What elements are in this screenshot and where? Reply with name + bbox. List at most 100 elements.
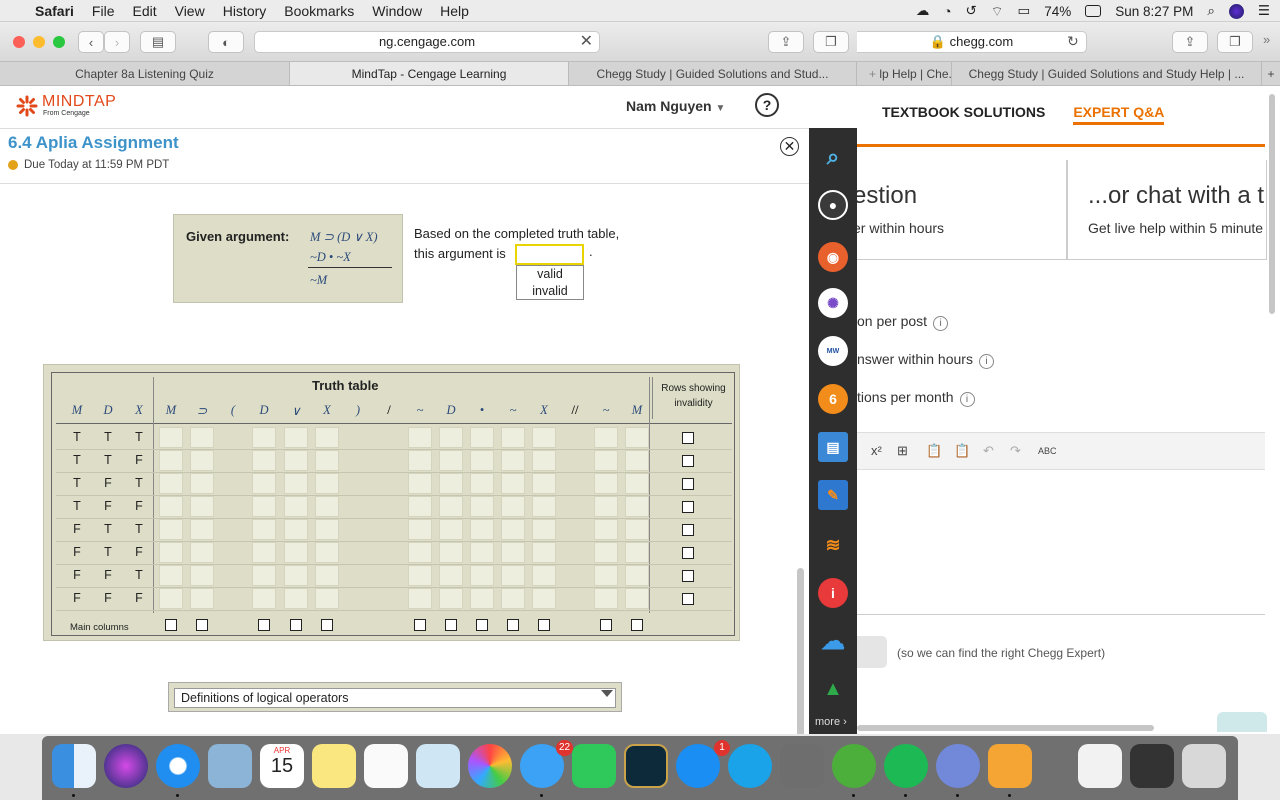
truth-entry-dropdown[interactable] bbox=[594, 450, 618, 471]
truth-entry-dropdown[interactable] bbox=[190, 496, 214, 517]
truth-entry-dropdown[interactable] bbox=[439, 450, 463, 471]
highlighter-icon[interactable]: ✎ bbox=[818, 480, 848, 510]
new-tab-icon[interactable]: + bbox=[869, 67, 879, 81]
truth-entry-dropdown[interactable] bbox=[408, 496, 432, 517]
search-icon[interactable]: ⌕ bbox=[818, 142, 848, 172]
truth-entry-dropdown[interactable] bbox=[252, 473, 276, 494]
main-column-checkbox[interactable] bbox=[476, 619, 488, 631]
option-invalid[interactable]: invalid bbox=[517, 283, 583, 300]
invalidity-row-checkbox[interactable] bbox=[682, 547, 694, 559]
main-column-checkbox[interactable] bbox=[196, 619, 208, 631]
truth-entry-dropdown[interactable] bbox=[284, 565, 308, 586]
truth-entry-dropdown[interactable] bbox=[532, 496, 556, 517]
more-apps-button[interactable]: more › bbox=[815, 716, 847, 728]
truth-entry-dropdown[interactable] bbox=[470, 450, 494, 471]
main-column-checkbox[interactable] bbox=[600, 619, 612, 631]
finder-icon[interactable] bbox=[52, 744, 96, 788]
merriam-webster-icon[interactable]: MW bbox=[818, 336, 848, 366]
address-bar[interactable]: ng.cengage.com ✕ bbox=[254, 31, 600, 53]
menu-bookmarks[interactable]: Bookmarks bbox=[275, 3, 363, 19]
colorwheel-app-icon[interactable]: ✺ bbox=[818, 288, 848, 318]
spellcheck-icon[interactable]: ABC bbox=[1038, 446, 1057, 456]
question-editor[interactable] bbox=[857, 470, 1265, 615]
creative-cloud-icon[interactable]: ☁ bbox=[916, 3, 930, 19]
system-preferences-icon[interactable] bbox=[780, 744, 824, 788]
truth-entry-dropdown[interactable] bbox=[470, 565, 494, 586]
menu-edit[interactable]: Edit bbox=[123, 3, 165, 19]
help-button[interactable]: ? bbox=[755, 93, 779, 117]
spotify-icon[interactable] bbox=[884, 744, 928, 788]
truth-entry-dropdown[interactable] bbox=[532, 427, 556, 448]
validity-dropdown[interactable] bbox=[515, 244, 584, 265]
facetime-icon[interactable] bbox=[572, 744, 616, 788]
superscript-icon[interactable]: x² bbox=[871, 443, 882, 458]
nav-textbook-solutions[interactable]: TEXTBOOK SOLUTIONS bbox=[882, 104, 1045, 125]
chat-widget-tab[interactable] bbox=[1217, 712, 1267, 732]
truth-entry-dropdown[interactable] bbox=[159, 542, 183, 563]
share-icon[interactable]: ⇪ bbox=[768, 31, 804, 53]
siri-icon[interactable] bbox=[1228, 3, 1244, 19]
share-icon-right[interactable]: ⇪ bbox=[1172, 31, 1208, 53]
truth-entry-dropdown[interactable] bbox=[315, 473, 339, 494]
reload-icon[interactable]: ↻ bbox=[1067, 33, 1079, 50]
main-column-checkbox[interactable] bbox=[445, 619, 457, 631]
truth-entry-dropdown[interactable] bbox=[532, 542, 556, 563]
more-tabs-icon[interactable]: » bbox=[1263, 32, 1270, 47]
truth-entry-dropdown[interactable] bbox=[439, 496, 463, 517]
truth-entry-dropdown[interactable] bbox=[439, 565, 463, 586]
address-bar-right[interactable]: 🔒 chegg.com bbox=[857, 31, 1087, 53]
clock[interactable]: Sun 8:27 PM bbox=[1115, 4, 1193, 19]
rss-icon[interactable]: ◉ bbox=[818, 242, 848, 272]
truth-entry-dropdown[interactable] bbox=[439, 473, 463, 494]
main-column-checkbox[interactable] bbox=[165, 619, 177, 631]
tab-overview-icon[interactable]: ❐ bbox=[813, 31, 849, 53]
truth-entry-dropdown[interactable] bbox=[190, 588, 214, 609]
info-circle-icon[interactable]: i bbox=[978, 354, 994, 369]
truth-entry-dropdown[interactable] bbox=[625, 588, 649, 609]
truth-entry-dropdown[interactable] bbox=[470, 542, 494, 563]
truth-entry-dropdown[interactable] bbox=[439, 588, 463, 609]
truth-entry-dropdown[interactable] bbox=[284, 542, 308, 563]
google-drive-icon[interactable]: ▲ bbox=[818, 674, 848, 704]
truth-entry-dropdown[interactable] bbox=[625, 450, 649, 471]
menu-safari[interactable]: Safari bbox=[26, 3, 83, 19]
zoom-window-icon[interactable] bbox=[53, 36, 65, 48]
truth-entry-dropdown[interactable] bbox=[408, 427, 432, 448]
truth-entry-dropdown[interactable] bbox=[315, 519, 339, 540]
truth-entry-dropdown[interactable] bbox=[532, 473, 556, 494]
truth-entry-dropdown[interactable] bbox=[439, 427, 463, 448]
option-valid[interactable]: valid bbox=[517, 266, 583, 283]
truth-entry-dropdown[interactable] bbox=[470, 473, 494, 494]
tab-listening-quiz[interactable]: Chapter 8a Listening Quiz bbox=[0, 62, 290, 85]
truth-entry-dropdown[interactable] bbox=[594, 496, 618, 517]
main-column-checkbox[interactable] bbox=[538, 619, 550, 631]
tab-mindtap[interactable]: MindTap - Cengage Learning bbox=[290, 62, 569, 85]
undo-icon[interactable]: ↶ bbox=[983, 443, 994, 459]
wifi-icon[interactable]: ⌔ bbox=[991, 3, 1004, 20]
truth-entry-dropdown[interactable] bbox=[625, 427, 649, 448]
invalidity-row-checkbox[interactable] bbox=[682, 455, 694, 467]
vertical-scrollbar[interactable] bbox=[797, 568, 804, 734]
truth-entry-dropdown[interactable] bbox=[315, 450, 339, 471]
main-column-checkbox[interactable] bbox=[507, 619, 519, 631]
main-column-checkbox[interactable] bbox=[290, 619, 302, 631]
truth-entry-dropdown[interactable] bbox=[408, 542, 432, 563]
backup-icon[interactable]: ◔ bbox=[943, 4, 951, 19]
truth-entry-dropdown[interactable] bbox=[501, 473, 525, 494]
truth-entry-dropdown[interactable] bbox=[470, 588, 494, 609]
main-column-checkbox[interactable] bbox=[414, 619, 426, 631]
truth-entry-dropdown[interactable] bbox=[408, 519, 432, 540]
truth-entry-dropdown[interactable] bbox=[501, 450, 525, 471]
truth-entry-dropdown[interactable] bbox=[315, 542, 339, 563]
menu-history[interactable]: History bbox=[214, 3, 276, 19]
truth-entry-dropdown[interactable] bbox=[470, 496, 494, 517]
close-assignment-button[interactable]: ✕ bbox=[780, 137, 799, 156]
truth-entry-dropdown[interactable] bbox=[501, 542, 525, 563]
truth-entry-dropdown[interactable] bbox=[190, 519, 214, 540]
truth-entry-dropdown[interactable] bbox=[284, 473, 308, 494]
truth-entry-dropdown[interactable] bbox=[408, 473, 432, 494]
truth-entry-dropdown[interactable] bbox=[501, 427, 525, 448]
truth-entry-dropdown[interactable] bbox=[284, 588, 308, 609]
truth-entry-dropdown[interactable] bbox=[625, 496, 649, 517]
paste-icon[interactable]: 📋 bbox=[926, 443, 942, 459]
